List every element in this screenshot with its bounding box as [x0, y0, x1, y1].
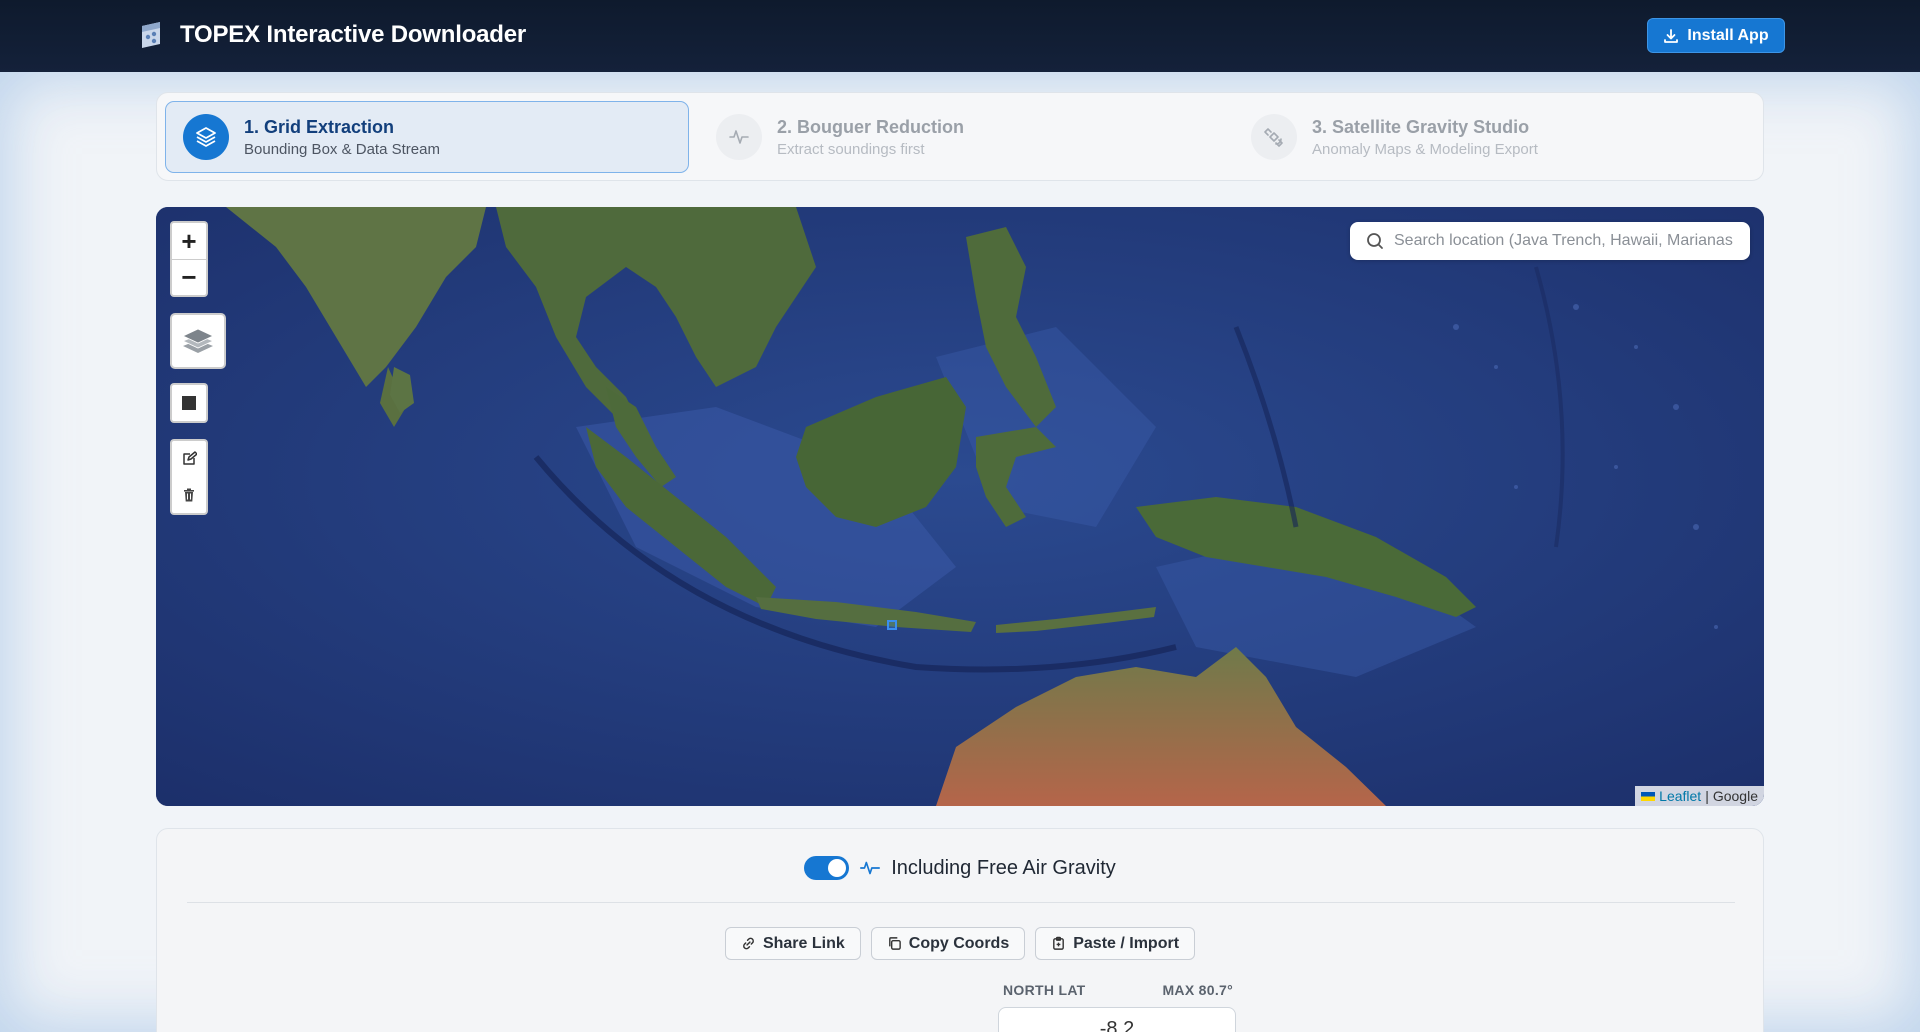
edit-control: [170, 439, 208, 515]
leaflet-link[interactable]: Leaflet: [1659, 788, 1701, 804]
pulse-icon: [860, 861, 881, 875]
zoom-in-button[interactable]: +: [172, 223, 206, 259]
share-link-button[interactable]: Share Link: [724, 927, 861, 960]
step-satellite-gravity-studio[interactable]: 3. Satellite Gravity Studio Anomaly Maps…: [1234, 101, 1758, 173]
app-header: TOPEX Interactive Downloader Install App: [0, 0, 1920, 72]
map-view[interactable]: + − Search location (Java Trench, Hawaii…: [156, 207, 1764, 806]
north-lat-max: MAX 80.7°: [1162, 982, 1233, 998]
zoom-control: + −: [170, 221, 208, 297]
workflow-stepper: 1. Grid Extraction Bounding Box & Data S…: [156, 92, 1764, 181]
free-air-toggle-row: Including Free Air Gravity: [157, 853, 1763, 883]
coordinate-actions: Share Link Copy Coords Paste / Import: [157, 927, 1763, 960]
extraction-panel: Including Free Air Gravity Share Link Co…: [156, 828, 1764, 1032]
step-2-subtitle: Extract soundings first: [777, 140, 925, 158]
copy-coords-button[interactable]: Copy Coords: [870, 927, 1026, 960]
zoom-out-button[interactable]: −: [172, 259, 206, 295]
edit-layers-button[interactable]: [172, 441, 206, 477]
step-2-badge: [716, 114, 762, 160]
free-air-gravity-toggle[interactable]: [804, 856, 850, 880]
step-bouguer-reduction[interactable]: 2. Bouguer Reduction Extract soundings f…: [699, 101, 1223, 173]
install-app-button[interactable]: Install App: [1647, 18, 1785, 53]
attribution-provider: Google: [1712, 788, 1758, 804]
link-icon: [743, 937, 754, 950]
location-search: [1350, 222, 1750, 260]
app-title: TOPEX Interactive Downloader: [180, 21, 527, 48]
satellite-icon: [1264, 128, 1283, 147]
north-lat-label: NORTH LAT: [1003, 982, 1086, 998]
step-1-subtitle: Bounding Box & Data Stream: [244, 140, 440, 158]
layers-icon: [196, 127, 216, 147]
rectangle-icon: [182, 396, 196, 410]
draw-rectangle-button[interactable]: [170, 383, 208, 423]
selection-box-marker[interactable]: [887, 620, 897, 630]
copy-icon: [888, 937, 901, 950]
step-2-title: 2. Bouguer Reduction: [777, 116, 965, 137]
ukraine-flag-icon: [1641, 791, 1656, 801]
download-icon: [1664, 28, 1679, 43]
map-attribution: Leaflet | Google: [1635, 786, 1764, 806]
paste-import-button[interactable]: Paste / Import: [1035, 927, 1196, 960]
paste-import-label: Paste / Import: [1073, 934, 1180, 952]
panel-divider: [187, 902, 1735, 903]
step-3-subtitle: Anomaly Maps & Modeling Export: [1312, 140, 1538, 158]
north-lat-input[interactable]: -8.2: [998, 1007, 1236, 1032]
step-3-title: 3. Satellite Gravity Studio: [1312, 116, 1530, 137]
share-link-label: Share Link: [762, 934, 845, 952]
toggle-knob: [828, 859, 847, 877]
search-icon: [1367, 233, 1383, 249]
trash-icon: [184, 488, 194, 502]
attribution-separator: |: [1705, 788, 1709, 804]
north-lat-labels: NORTH LAT MAX 80.7°: [1003, 982, 1233, 998]
edit-icon: [183, 451, 197, 465]
step-grid-extraction[interactable]: 1. Grid Extraction Bounding Box & Data S…: [165, 101, 689, 173]
search-input[interactable]: [1394, 232, 1734, 250]
step-3-badge: [1251, 114, 1297, 160]
logo-icon: [142, 22, 160, 48]
copy-coords-label: Copy Coords: [908, 934, 1010, 952]
layers-toggle-button[interactable]: [170, 313, 226, 369]
delete-layers-button[interactable]: [172, 477, 206, 513]
free-air-gravity-label: Including Free Air Gravity: [891, 856, 1116, 879]
step-1-badge: [183, 114, 229, 160]
clipboard-icon: [1053, 936, 1065, 950]
satellite-basemap: [156, 207, 1764, 806]
pulse-icon: [729, 130, 749, 144]
install-app-label: Install App: [1687, 26, 1769, 44]
layers-icon: [181, 328, 215, 353]
step-1-title: 1. Grid Extraction: [244, 116, 395, 137]
